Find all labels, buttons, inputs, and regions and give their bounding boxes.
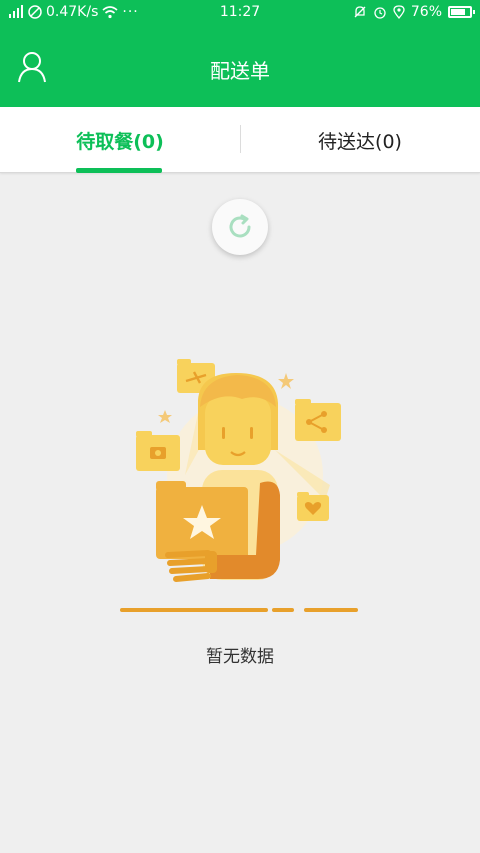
tab-pending-delivery-label: 待送达(0) [318, 130, 402, 153]
folder-heart-icon [297, 492, 329, 521]
status-bar: 0.47K/s ··· 11:27 76% [0, 0, 480, 25]
folder-camera-icon [136, 431, 180, 471]
tab-indicator [76, 168, 162, 173]
alarm-icon [374, 7, 386, 19]
tab-pending-pickup[interactable]: 待取餐(0) [0, 107, 240, 173]
empty-state-text: 暂无数据 [206, 647, 274, 667]
refresh-icon [229, 214, 251, 238]
status-right: 76% [353, 4, 475, 20]
refresh-button[interactable] [212, 199, 268, 255]
battery-fill [451, 9, 465, 15]
mute-icon [354, 6, 366, 18]
location-icon [393, 5, 405, 19]
tab-bar: 待取餐(0) 待送达(0) [0, 107, 480, 173]
battery-percent: 76% [410, 4, 442, 20]
app-bar: 配送单 [0, 25, 480, 107]
tab-pending-delivery[interactable]: 待送达(0) [240, 107, 480, 173]
empty-state-illustration [120, 359, 358, 612]
page-title: 配送单 [210, 59, 270, 83]
battery-icon [448, 6, 475, 18]
tab-pending-pickup-label: 待取餐(0) [76, 130, 164, 153]
folder-share-icon [295, 399, 341, 441]
